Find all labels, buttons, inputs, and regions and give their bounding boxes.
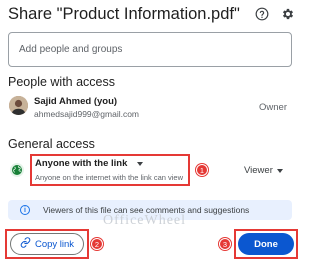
avatar: [9, 96, 28, 115]
viewer-role-value: Viewer: [244, 165, 273, 176]
help-icon[interactable]: [254, 6, 270, 22]
general-access-title: General access: [8, 137, 95, 151]
gear-icon[interactable]: [280, 6, 296, 22]
annotation-badge-2: 2: [91, 238, 103, 250]
general-access-value: Anyone with the link: [35, 158, 128, 169]
globe-icon: [10, 163, 24, 177]
watermark: OfficeWheel: [103, 213, 187, 228]
annotation-badge-3: 3: [219, 238, 231, 250]
chevron-down-icon: [137, 161, 144, 166]
chevron-down-icon: [276, 168, 283, 173]
share-dialog: Share "Product Information.pdf" Add peop…: [0, 0, 300, 262]
people-with-access-title: People with access: [8, 75, 116, 89]
done-label: Done: [254, 238, 278, 250]
general-access-dropdown[interactable]: Anyone with the link: [35, 158, 144, 169]
annotation-badge-1: 1: [196, 164, 208, 176]
link-icon: [20, 237, 31, 251]
done-button[interactable]: Done: [238, 233, 294, 255]
person-name: Sajid Ahmed (you): [34, 96, 118, 107]
copy-link-button[interactable]: Copy link: [10, 233, 84, 255]
person-role: Owner: [259, 102, 287, 113]
dialog-title: Share "Product Information.pdf": [8, 5, 240, 23]
person-email: ahmedsajid999@gmail.com: [34, 109, 140, 119]
copy-link-label: Copy link: [34, 238, 75, 250]
add-people-input[interactable]: Add people and groups: [8, 32, 292, 67]
info-icon: i: [20, 205, 30, 215]
viewer-role-dropdown[interactable]: Viewer: [244, 165, 283, 176]
add-people-placeholder: Add people and groups: [19, 44, 123, 55]
general-access-description: Anyone on the internet with the link can…: [35, 173, 184, 182]
